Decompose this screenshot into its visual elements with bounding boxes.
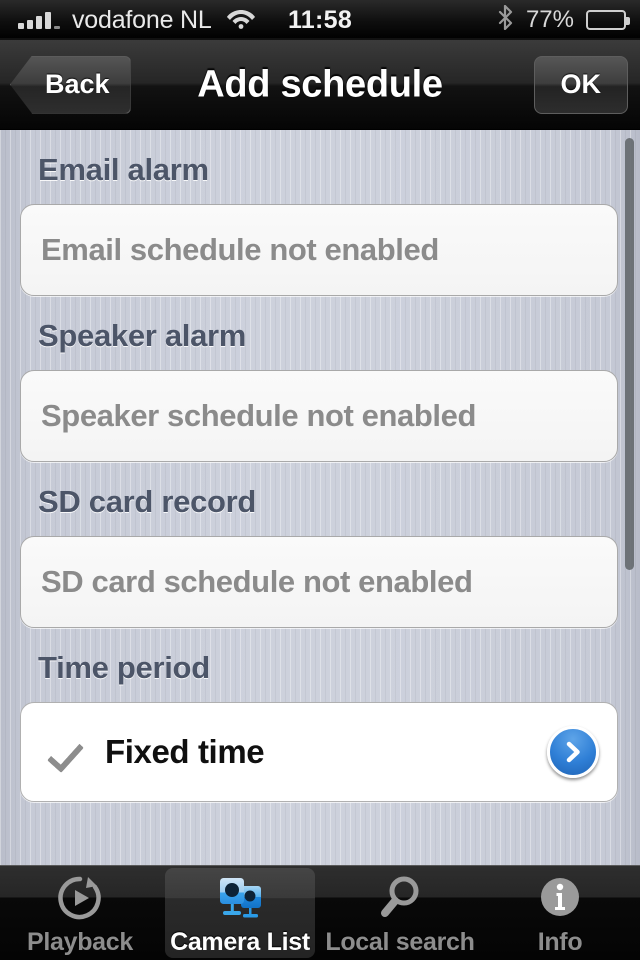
playback-icon [55, 872, 105, 924]
email-alarm-field[interactable]: Email schedule not enabled [20, 204, 618, 296]
speaker-alarm-value: Speaker schedule not enabled [41, 398, 477, 433]
search-icon [375, 872, 425, 924]
time-period-row-fixed-time[interactable]: Fixed time [20, 702, 618, 802]
tab-playback-label: Playback [26, 928, 133, 956]
vertical-scrollbar[interactable] [625, 138, 634, 570]
tab-camera-list-label: Camera List [170, 928, 310, 956]
sd-card-record-value: SD card schedule not enabled [41, 564, 473, 599]
section-time-period: Time period Fixed time [0, 628, 640, 802]
tab-playback[interactable]: Playback [0, 866, 160, 960]
section-header-speaker-alarm: Speaker alarm [38, 318, 247, 353]
section-header-time-period: Time period [38, 650, 210, 685]
section-email-alarm: Email alarm Email schedule not enabled [0, 130, 640, 296]
bluetooth-icon [497, 4, 514, 35]
navigation-bar: Back Add schedule OK [0, 40, 640, 130]
sd-card-record-field[interactable]: SD card schedule not enabled [20, 536, 618, 628]
speaker-alarm-field[interactable]: Speaker schedule not enabled [20, 370, 618, 462]
tab-bar: Playback Camera List Local search Info [0, 865, 640, 960]
tab-camera-list[interactable]: Camera List [160, 866, 320, 960]
section-sd-card-record: SD card record SD card schedule not enab… [0, 462, 640, 628]
email-alarm-value: Email schedule not enabled [41, 232, 439, 267]
chevron-right-icon[interactable] [547, 726, 599, 778]
status-bar: vodafone NL 11:58 77% [0, 0, 640, 40]
section-header-sd-card-record: SD card record [38, 484, 257, 519]
tab-info[interactable]: Info [480, 866, 640, 960]
checkmark-icon [49, 733, 87, 771]
battery-percent-label: 77% [525, 6, 574, 33]
fixed-time-label: Fixed time [105, 733, 265, 770]
tab-info-label: Info [537, 928, 583, 956]
section-speaker-alarm: Speaker alarm Speaker schedule not enabl… [0, 296, 640, 462]
section-header-email-alarm: Email alarm [38, 152, 209, 187]
status-bar-right: 77% [497, 4, 630, 35]
ok-button-label: OK [560, 69, 602, 99]
ok-button[interactable]: OK [533, 55, 628, 114]
camera-list-icon [212, 872, 268, 924]
app-screen: vodafone NL 11:58 77% Back Add schedule … [0, 0, 640, 960]
tab-local-search[interactable]: Local search [320, 866, 480, 960]
info-icon [535, 872, 585, 924]
tab-local-search-label: Local search [325, 928, 475, 956]
settings-scroll-area[interactable]: Email alarm Email schedule not enabled S… [0, 130, 640, 865]
battery-icon [586, 10, 630, 30]
